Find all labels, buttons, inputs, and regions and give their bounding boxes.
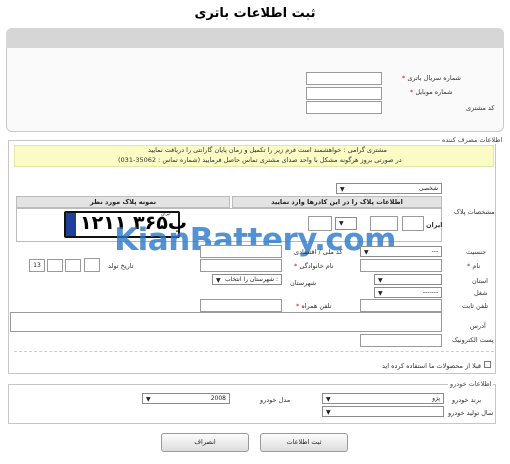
submit-button[interactable]: ثبت اطلاعات (260, 433, 348, 452)
gender-select[interactable]: ▼ --- (360, 246, 442, 257)
notice-line-2: در صورتی بروز هرگونه مشکل با واحد صدای م… (118, 156, 402, 164)
consumer-legend: اطلاعات مصرف کننده (440, 136, 505, 144)
chevron-down-icon: ▼ (364, 249, 369, 256)
serial-input[interactable] (306, 72, 382, 85)
birth-day-input[interactable]: 13 (29, 259, 45, 272)
cell-input[interactable] (200, 299, 282, 312)
serial-label: * شماره سریال باتری (402, 74, 462, 82)
cancel-button[interactable]: انصراف (161, 433, 249, 452)
notice-line-1: مشتری گرامی : خواهشمند است فرم زیر را تک… (148, 146, 387, 154)
model-label: مدل خودرو (260, 396, 291, 404)
birth-month-input[interactable] (65, 259, 81, 272)
name-input[interactable] (360, 259, 442, 272)
vehicle-legend: اطلاعات خودرو (448, 380, 494, 388)
gender-label: جنسیت (466, 248, 487, 256)
national-code-input[interactable] (200, 245, 282, 258)
page-title: ثبت اطلاعات باتری (194, 6, 316, 21)
birth-label: تاریخ تولد (108, 262, 134, 270)
job-select[interactable]: ▼ ------- (374, 287, 442, 298)
customer-code-label: کد مشتری (466, 104, 495, 112)
email-label: پست الکترونیک (452, 336, 494, 344)
chevron-down-icon: ▼ (216, 277, 221, 284)
province-select[interactable]: ▼ (374, 274, 442, 285)
email-input[interactable] (360, 334, 442, 347)
city-select[interactable]: ▼ شهرستان را انتخاب : (212, 274, 282, 285)
family-label: * نام خانوادگی (294, 262, 334, 270)
plate-type-select[interactable]: ▼ شخصی (336, 183, 442, 194)
mobile-label: * شماره موبایل (410, 88, 453, 96)
chevron-down-icon: ▼ (378, 290, 383, 297)
vehicle-fieldset (8, 384, 496, 424)
battery-panel-header (6, 28, 504, 48)
brand-select[interactable]: ▼ پژو (322, 393, 444, 404)
chevron-down-icon: ▼ (378, 277, 383, 284)
birth-year-input[interactable] (84, 258, 100, 272)
plate-sample-region: ایران (161, 212, 171, 217)
chevron-down-icon: ▼ (340, 186, 345, 193)
used-before-label: قبلا از محصولات ما استفاده کرده اید (382, 362, 482, 370)
province-label: استان (472, 277, 488, 285)
name-label: * نام (467, 262, 481, 270)
cell-label: * تلفن همراه (296, 302, 332, 310)
phone-input[interactable] (360, 299, 442, 312)
year-label: سال تولید خودرو (448, 409, 494, 417)
chevron-down-icon: ▼ (326, 409, 331, 416)
plate-sample-header: نمونه پلاک مورد نظر (16, 196, 230, 208)
brand-label: برند خودرو (452, 396, 482, 404)
family-input[interactable] (200, 259, 282, 272)
phone-label: تلفن ثابت (462, 302, 489, 310)
national-code-label: کد ملی / اقتصادی (294, 248, 343, 256)
job-label: شغل (474, 289, 488, 297)
model-select[interactable]: ▼ 2008 (142, 393, 230, 404)
customer-code-input[interactable] (306, 101, 382, 114)
address-label: آدرس (470, 322, 486, 330)
year-select[interactable]: ▼ (322, 406, 444, 417)
city-label: شهرستان (290, 279, 317, 287)
used-before-checkbox[interactable] (484, 361, 491, 368)
mobile-input[interactable] (306, 87, 382, 100)
address-textarea[interactable] (10, 312, 442, 332)
birth-day-extra-input[interactable] (47, 259, 63, 272)
divider (14, 351, 494, 352)
plate-input-header: اطلاعات پلاک را در این کادرها وارد نمایی… (232, 196, 442, 208)
chevron-down-icon: ▼ (146, 396, 151, 403)
plate-spec-label: مشخصات پلاک (454, 208, 495, 216)
chevron-down-icon: ▼ (326, 396, 331, 403)
